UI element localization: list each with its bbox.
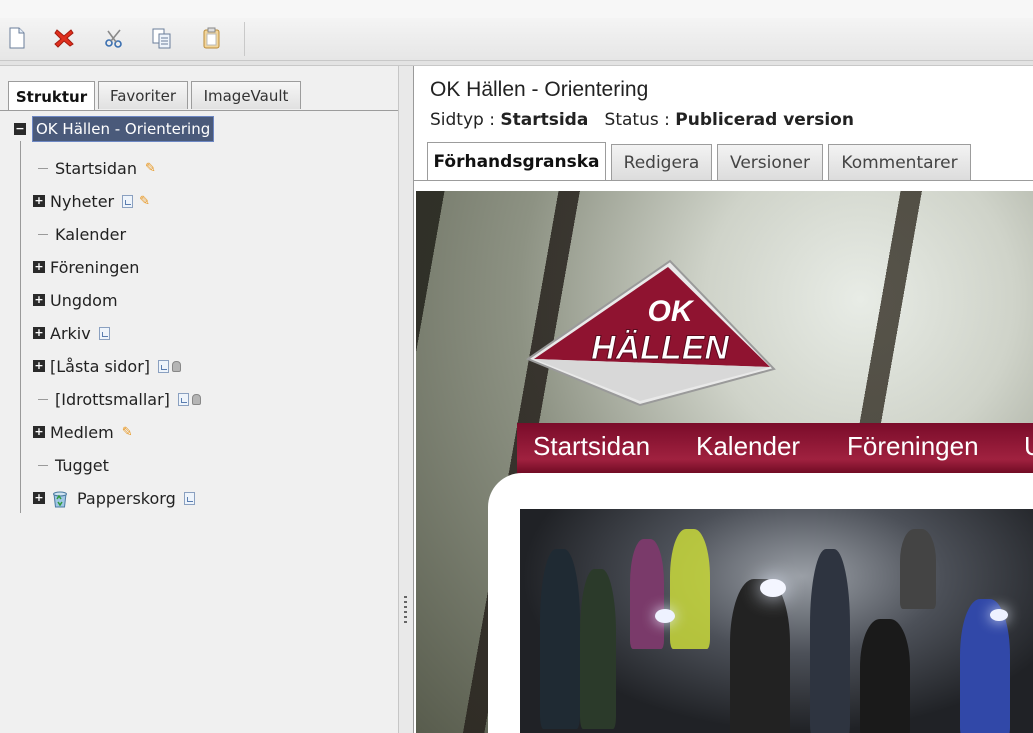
tab-forhandsgranska[interactable]: Förhandsgranska [427, 142, 606, 180]
new-page-button[interactable] [6, 26, 28, 50]
tab-imagevault[interactable]: ImageVault [191, 81, 301, 109]
status-value: Publicerad version [675, 110, 854, 130]
tab-label: ImageVault [203, 86, 289, 105]
tree-item-label: [Idrottsmallar] [55, 389, 170, 409]
pencil-icon: ✎ [121, 424, 133, 440]
tab-label: Redigera [623, 152, 700, 173]
expand-button[interactable]: + [33, 294, 45, 306]
expand-button[interactable]: + [33, 492, 45, 504]
expand-button[interactable]: + [33, 195, 45, 207]
tree-item-label: Tugget [55, 455, 109, 475]
tree-branch [38, 167, 48, 169]
tab-kommentarer[interactable]: Kommentarer [828, 144, 971, 180]
tab-label: Förhandsgranska [433, 151, 600, 172]
delete-button[interactable] [53, 26, 75, 50]
page-icon [183, 491, 195, 505]
recycle-bin-icon [53, 491, 67, 508]
lock-icon [191, 393, 201, 405]
copy-button[interactable] [151, 26, 173, 50]
page-preview[interactable]: OK HÄLLEN Startsidan Kalender Föreningen… [416, 191, 1033, 733]
expand-button[interactable]: + [33, 426, 45, 438]
tab-label: Kommentarer [841, 152, 958, 173]
tree-branch [38, 464, 48, 466]
tab-label: Versioner [730, 152, 810, 173]
tree-item-label: Papperskorg [77, 488, 176, 508]
site-nav-bar: Startsidan Kalender Föreningen U [517, 423, 1033, 475]
pencil-icon: ✎ [139, 193, 151, 209]
splitter-grip-icon [404, 596, 407, 626]
tree-item-label: Medlem [50, 422, 114, 442]
tab-label: Struktur [15, 87, 88, 106]
meta-separator: : [489, 110, 495, 130]
tab-versioner[interactable]: Versioner [717, 144, 823, 180]
status-label: Status [604, 110, 659, 130]
meta-separator: : [664, 110, 670, 130]
pencil-icon: ✎ [144, 160, 156, 176]
tree-item-label: Föreningen [50, 257, 140, 277]
logo-text-hallen: HÄLLEN [591, 329, 730, 367]
tree-item-label: Startsidan [55, 158, 137, 178]
lock-icon [172, 360, 182, 372]
toolbar [0, 18, 1033, 61]
tab-struktur[interactable]: Struktur [8, 81, 95, 111]
tree-item-tugget[interactable]: Tugget [38, 454, 109, 476]
site-nav-foreningen[interactable]: Föreningen [847, 431, 979, 462]
paste-button[interactable] [201, 26, 223, 50]
tab-label: Favoriter [109, 86, 177, 105]
tree-item-label: Arkiv [50, 323, 91, 343]
panel-splitter[interactable] [398, 66, 414, 733]
page-panel: OK Hällen - Orientering Sidtyp : Startsi… [414, 66, 1033, 733]
delete-icon [54, 29, 74, 48]
site-nav-kalender[interactable]: Kalender [696, 431, 800, 462]
tree-connector [20, 141, 21, 513]
tree-item-nyheter[interactable]: + Nyheter ✎ [33, 190, 150, 212]
page-icon [98, 326, 110, 340]
window-top-strip [0, 0, 1033, 18]
tree-branch [38, 398, 48, 400]
right-tabs-border [414, 180, 1033, 181]
new-page-icon [9, 27, 25, 49]
tree-item-label: Kalender [55, 224, 127, 244]
cut-icon [105, 29, 122, 48]
tree-item-foreningen[interactable]: + Föreningen [33, 256, 139, 278]
tree-item-lasta-sidor[interactable]: + [Låsta sidor] [33, 355, 182, 377]
tree-item-arkiv[interactable]: + Arkiv [33, 322, 110, 344]
page-icon [122, 194, 134, 208]
copy-icon [152, 28, 171, 49]
night-orienteering-photo [520, 509, 1033, 733]
ok-hallen-logo: OK HÄLLEN [525, 259, 776, 407]
tree-item-medlem[interactable]: + Medlem ✎ [33, 421, 133, 443]
site-nav-truncated[interactable]: U [1024, 431, 1033, 462]
expand-button[interactable]: + [33, 261, 45, 273]
logo-text-ok: OK [648, 295, 695, 328]
toolbar-separator [244, 22, 245, 56]
page-meta: Sidtyp : Startsida Status : Publicerad v… [430, 110, 854, 130]
tree-item-idrottsmallar[interactable]: [Idrottsmallar] [38, 388, 201, 410]
tab-redigera[interactable]: Redigera [611, 144, 712, 180]
tree-item-label: [Låsta sidor] [50, 356, 151, 376]
left-tabs-border [0, 110, 398, 111]
tree-item-kalender[interactable]: Kalender [38, 223, 126, 245]
tree-root-label: OK Hällen - Orientering [36, 120, 211, 138]
tree-item-label: Nyheter [50, 191, 115, 211]
tree-root-selected[interactable]: OK Hällen - Orientering [32, 116, 215, 142]
page-icon [177, 392, 189, 406]
page-title: OK Hällen - Orientering [430, 78, 649, 101]
tab-favoriter[interactable]: Favoriter [98, 81, 188, 109]
expand-button[interactable]: + [33, 360, 45, 372]
tree-item-papperskorg[interactable]: + Papperskorg [33, 487, 195, 509]
paste-icon [203, 27, 220, 49]
expand-button[interactable]: + [33, 327, 45, 339]
tree-item-startsidan[interactable]: Startsidan ✎ [38, 157, 156, 179]
tree-branch [38, 233, 48, 235]
collapse-root-button[interactable]: − [14, 123, 26, 135]
pagetype-value: Startsida [500, 110, 589, 130]
page-icon [158, 359, 170, 373]
cut-button[interactable] [103, 26, 125, 50]
site-nav-startsidan[interactable]: Startsidan [533, 431, 650, 462]
tree-item-ungdom[interactable]: + Ungdom [33, 289, 118, 311]
pagetype-label: Sidtyp [430, 110, 484, 130]
tree-item-label: Ungdom [50, 290, 118, 310]
